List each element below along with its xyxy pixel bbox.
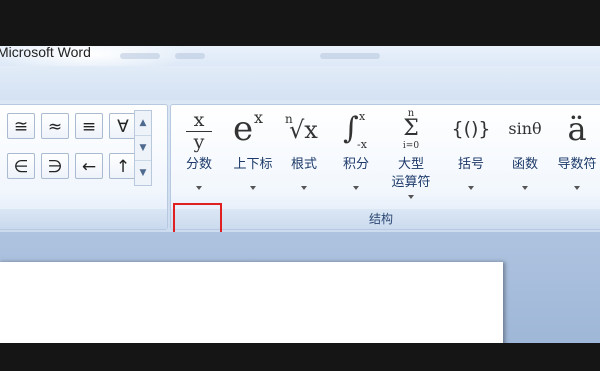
window-title: Microsoft Word	[0, 46, 91, 60]
symbol-button[interactable]: ∀	[109, 113, 137, 139]
title-decoration	[320, 53, 380, 59]
integral-upper: x	[359, 110, 366, 123]
fraction-icon: x y	[175, 109, 223, 153]
bracket-button[interactable]: {()} 括号	[447, 107, 495, 203]
symbol-button[interactable]: ↑	[109, 153, 137, 179]
group-footer	[0, 209, 167, 229]
symbol-button[interactable]: ∋	[41, 153, 69, 179]
document-page[interactable]	[0, 262, 503, 352]
dropdown-arrow-icon	[522, 186, 528, 190]
integral-lower: -x	[357, 138, 367, 151]
dropdown-arrow-icon	[353, 186, 359, 190]
function-glyph: sinθ	[508, 119, 542, 138]
fraction-denominator: y	[193, 131, 205, 153]
symbols-scroll: ▲ ▼ ▼	[134, 110, 152, 186]
bracket-icon: {()}	[447, 109, 495, 153]
large-operator-label-line2: 运算符	[391, 175, 431, 190]
symbol-button[interactable]: ≡	[75, 113, 103, 139]
script-base: e	[233, 109, 254, 149]
symbol-button[interactable]: ∈	[7, 153, 35, 179]
function-label: 函数	[511, 157, 538, 172]
sum-lower: i=0	[402, 141, 420, 151]
document-area	[0, 232, 600, 352]
dropdown-arrow-icon	[408, 195, 414, 199]
letterbox-bottom	[0, 343, 600, 371]
scroll-up-button[interactable]: ▲	[135, 111, 151, 136]
structures-group-label: 结构	[171, 209, 600, 229]
more-symbols-button[interactable]: ▼	[135, 161, 151, 185]
structures-group: x y 分数 e x 上下标 n √x 根式 ∫ x -x 积分 n Σ i=0…	[170, 104, 600, 230]
accent-button[interactable]: ä 导数符	[551, 107, 600, 203]
function-icon: sinθ	[501, 109, 549, 153]
symbol-button[interactable]: ←	[75, 153, 103, 179]
script-superscript: x	[254, 108, 264, 127]
symbol-button[interactable]: ≅	[7, 113, 35, 139]
script-icon: e x	[227, 109, 279, 153]
fraction-numerator: x	[193, 109, 205, 131]
accent-icon: ä	[551, 109, 600, 153]
scroll-down-button[interactable]: ▼	[135, 136, 151, 161]
dropdown-arrow-icon	[196, 186, 202, 190]
bracket-label: 括号	[457, 157, 484, 172]
letterbox-top	[0, 0, 600, 46]
title-decoration	[175, 53, 205, 59]
bracket-glyph: {()}	[451, 118, 491, 140]
symbols-group: ≅ ≈ ≡ ∀ ∈ ∋ ← ↑ ▲ ▼ ▼	[0, 104, 168, 230]
dropdown-arrow-icon	[574, 186, 580, 190]
accent-glyph: ä	[567, 110, 587, 148]
large-operator-icon: n Σ i=0	[383, 109, 439, 153]
ribbon-panel: ≅ ≈ ≡ ∀ ∈ ∋ ← ↑ ▲ ▼ ▼ x y 分数 e x 上下标 n √…	[0, 100, 600, 299]
function-button[interactable]: sinθ 函数	[501, 107, 549, 203]
ribbon-tab-strip	[0, 66, 600, 101]
fraction-button[interactable]: x y 分数	[175, 107, 223, 203]
fraction-label: 分数	[185, 157, 212, 172]
script-button[interactable]: e x 上下标	[227, 107, 279, 203]
dropdown-arrow-icon	[250, 186, 256, 190]
dropdown-arrow-icon	[301, 186, 307, 190]
integral-icon: ∫ x -x	[333, 109, 379, 153]
screenshot: Microsoft Word ≅ ≈ ≡ ∀ ∈ ∋ ← ↑ ▲ ▼ ▼ x y…	[0, 0, 600, 371]
large-operator-button[interactable]: n Σ i=0 大型 运算符	[383, 107, 439, 203]
radical-label: 根式	[290, 157, 317, 172]
radical-button[interactable]: n √x 根式	[281, 107, 327, 203]
radical-icon: n √x	[281, 109, 327, 153]
title-decoration	[120, 53, 160, 59]
radical-sign: √x	[289, 116, 318, 144]
symbol-button[interactable]: ≈	[41, 113, 69, 139]
title-bar: Microsoft Word	[0, 46, 600, 66]
integral-button[interactable]: ∫ x -x 积分	[333, 107, 379, 203]
large-operator-label: 大型	[397, 157, 424, 172]
dropdown-arrow-icon	[468, 186, 474, 190]
integral-label: 积分	[342, 157, 369, 172]
accent-label: 导数符	[557, 157, 597, 172]
script-label: 上下标	[233, 157, 273, 172]
sum-sign: Σ	[403, 116, 419, 141]
